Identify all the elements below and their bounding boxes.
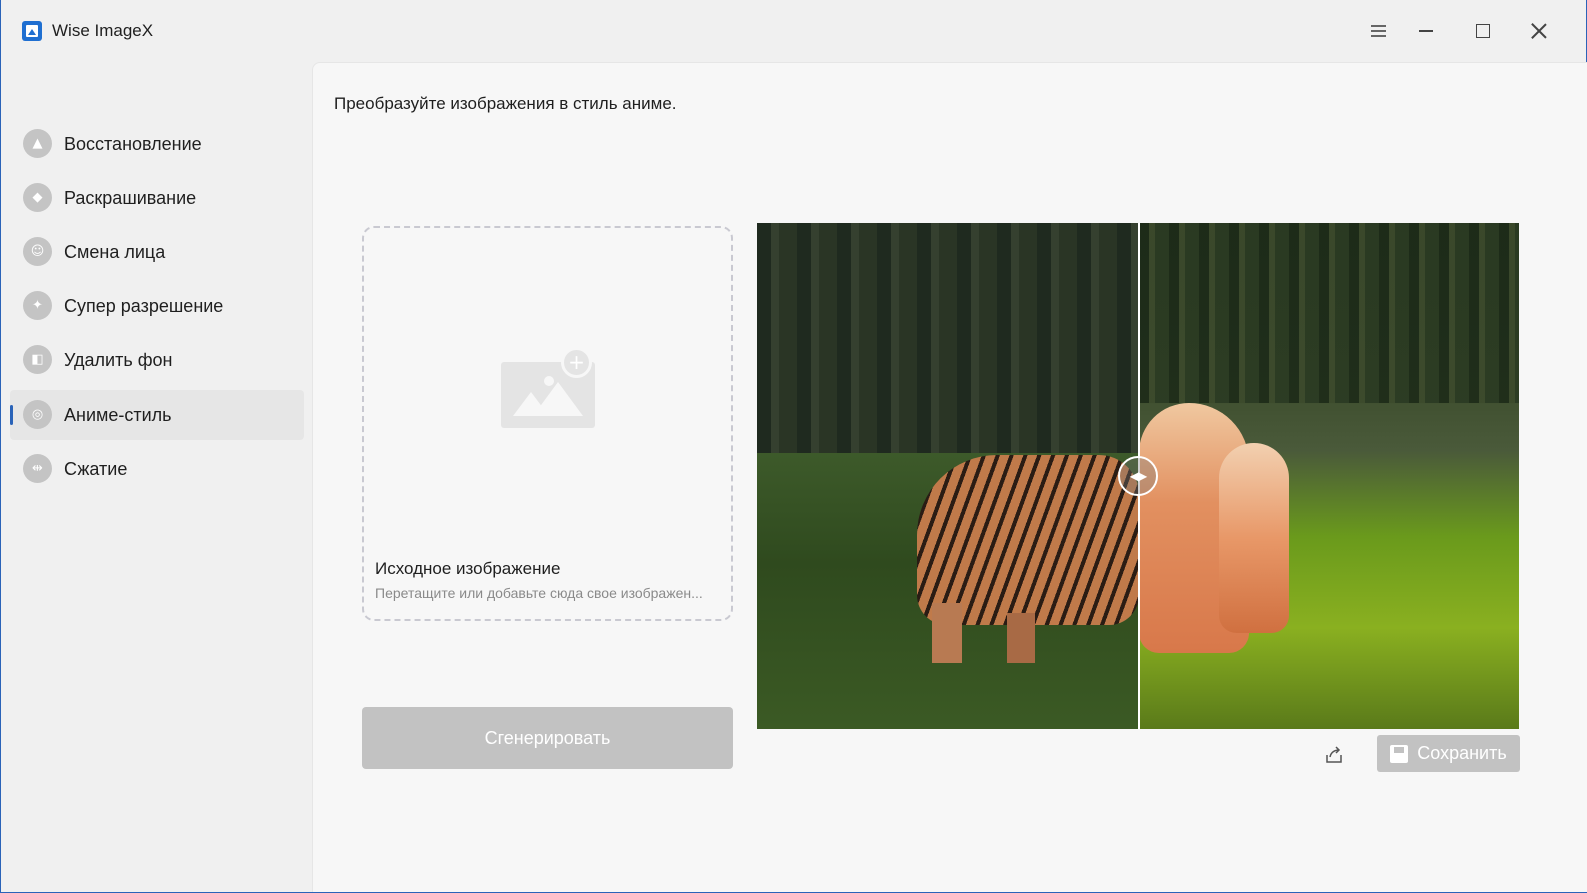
restore-icon: ▲ [23, 129, 52, 158]
save-button-label: Сохранить [1417, 743, 1507, 763]
add-image-icon: + [561, 347, 592, 378]
sidebar-item-anime-style[interactable]: ◎ Аниме-стиль [10, 390, 304, 440]
anime-style-icon: ◎ [23, 400, 52, 429]
minimize-icon [1419, 30, 1433, 32]
title-bar: Wise ImageX [1, 0, 1586, 62]
super-resolution-icon: ✦ [23, 291, 52, 320]
left-right-arrows-icon: ◀▶ [1129, 469, 1147, 483]
sidebar-item-face-swap[interactable]: ☺ Смена лица [10, 227, 304, 277]
face-swap-icon: ☺ [23, 237, 52, 266]
comparison-preview[interactable]: ◀▶ [757, 223, 1519, 729]
app-window: Wise ImageX ▲ Восстановление ◆ Раскрашив… [0, 0, 1587, 893]
sidebar-item-remove-background[interactable]: ◧ Удалить фон [10, 335, 304, 385]
sidebar-item-label: Аниме-стиль [64, 404, 172, 425]
sidebar-item-colorize[interactable]: ◆ Раскрашивание [10, 173, 304, 223]
sidebar-item-compress[interactable]: ⇹ Сжатие [10, 444, 304, 494]
original-image-preview [757, 223, 1139, 729]
sidebar-item-label: Супер разрешение [64, 295, 224, 316]
sidebar-item-restore[interactable]: ▲ Восстановление [10, 119, 304, 169]
close-button[interactable] [1521, 14, 1557, 48]
maximize-button[interactable] [1465, 14, 1501, 48]
minimize-button[interactable] [1408, 14, 1444, 48]
colorize-icon: ◆ [23, 183, 52, 212]
compress-icon: ⇹ [23, 454, 52, 483]
save-icon [1390, 744, 1409, 763]
dropzone-title: Исходное изображение [375, 559, 561, 578]
remove-background-icon: ◧ [23, 345, 52, 374]
save-button[interactable]: Сохранить [1377, 735, 1520, 772]
share-button[interactable] [1318, 739, 1350, 771]
sidebar-item-label: Раскрашивание [64, 187, 197, 208]
sidebar: ▲ Восстановление ◆ Раскрашивание ☺ Смена… [1, 62, 312, 892]
page-title: Преобразуйте изображения в стиль аниме. [334, 94, 677, 113]
sidebar-item-label: Смена лица [64, 241, 166, 262]
main-panel: Преобразуйте изображения в стиль аниме. … [312, 62, 1587, 892]
app-logo-icon [22, 21, 42, 41]
menu-button[interactable] [1360, 14, 1396, 48]
close-icon [1531, 23, 1547, 39]
image-dropzone[interactable]: + Исходное изображение Перетащите или до… [362, 226, 733, 621]
sidebar-item-super-resolution[interactable]: ✦ Супер разрешение [10, 281, 304, 331]
generate-button[interactable]: Сгенерировать [362, 707, 733, 769]
sidebar-item-label: Удалить фон [64, 349, 173, 370]
sidebar-item-label: Восстановление [64, 133, 202, 154]
menu-icon [1370, 25, 1386, 37]
sidebar-item-label: Сжатие [64, 458, 128, 479]
app-title: Wise ImageX [52, 21, 154, 40]
comparison-slider-handle[interactable]: ◀▶ [1118, 456, 1158, 496]
dropzone-subtitle: Перетащите или добавьте сюда свое изобра… [375, 585, 703, 601]
share-icon [1326, 746, 1342, 763]
maximize-icon [1476, 24, 1490, 38]
anime-image-preview [1139, 223, 1519, 729]
